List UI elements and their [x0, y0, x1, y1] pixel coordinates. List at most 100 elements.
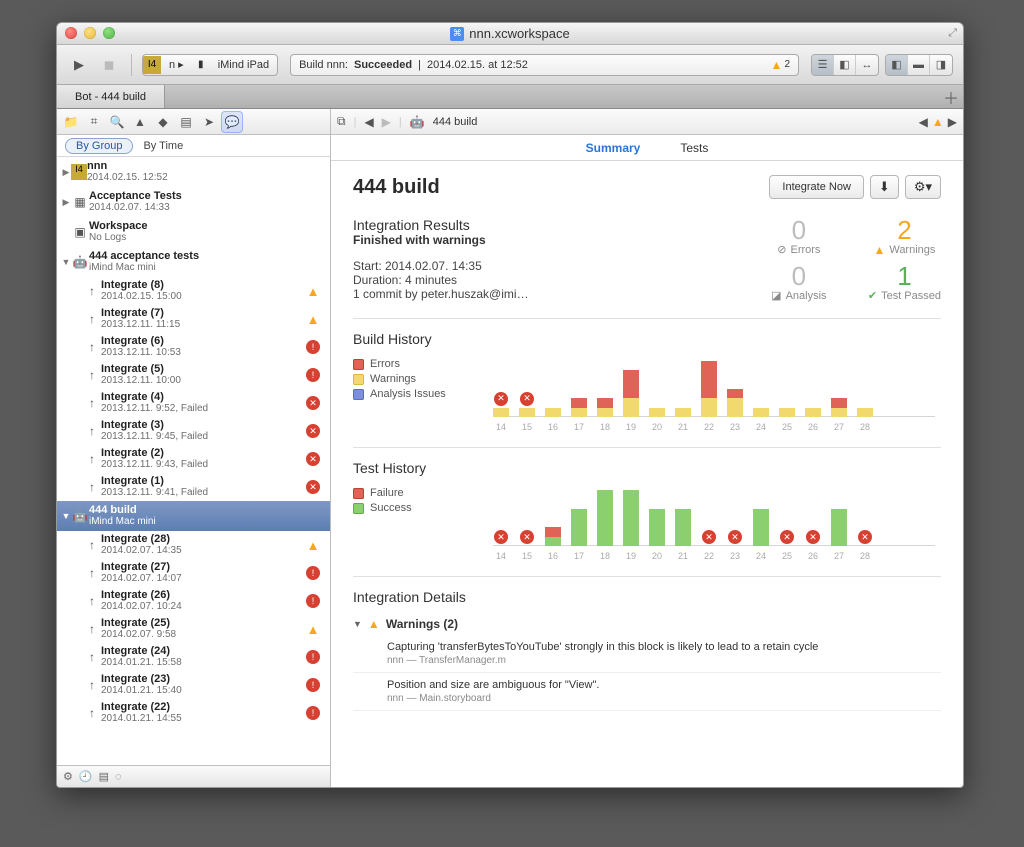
navigator-selector: 📁 ⌗ 🔍 ▲ ◆ ▤ ➤ 💬 [57, 109, 330, 135]
tree-a8[interactable]: ↑Integrate (8)2014.02.15. 15:00▲ [57, 277, 330, 305]
editor-mode-group: ☰ ◧ ↔ ◧ ▬ ◨ [811, 54, 953, 76]
tree-workspace[interactable]: ▣WorkspaceNo Logs [57, 217, 330, 247]
standard-editor-icon[interactable]: ☰ [812, 55, 834, 75]
swatch-errors-icon [353, 359, 364, 370]
tree-a5[interactable]: ↑Integrate (5)2013.12.11. 10:00! [57, 361, 330, 389]
integration-details: ▼ ▲ Warnings (2) Capturing 'transferByte… [353, 613, 941, 711]
download-button[interactable]: ⬇ [870, 175, 899, 199]
errors-icon: ⊘ [777, 243, 786, 256]
breadcrumb[interactable]: 444 build [433, 116, 478, 128]
breakpoint-nav-icon[interactable]: ➤ [201, 114, 217, 130]
tree-acceptance[interactable]: ▶▦Acceptance Tests2014.02.07. 14:33 [57, 187, 330, 217]
results-commits: 1 commit by peter.huszak@imi… [353, 287, 734, 301]
status-fail-icon: ✕ [306, 396, 320, 410]
right-panel-icon[interactable]: ◨ [930, 55, 952, 75]
editor: ⧉ | ◀ ▶ | 🤖 444 build ◀ ▲ ▶ Summary Test… [331, 109, 963, 787]
tree-a3[interactable]: ↑Integrate (3)2013.12.11. 9:45, Failed✕ [57, 417, 330, 445]
tree-b24[interactable]: ↑Integrate (24)2014.01.21. 15:58! [57, 643, 330, 671]
build-legend: Errors Warnings Analysis Issues [353, 355, 473, 431]
body: 📁 ⌗ 🔍 ▲ ◆ ▤ ➤ 💬 By Group By Time ▶I4nnn2… [57, 109, 963, 787]
scheme-app-icon: I4 [143, 56, 161, 74]
tab-tests[interactable]: Tests [680, 141, 708, 155]
version-editor-icon[interactable]: ↔ [856, 55, 878, 75]
scheme-selector[interactable]: I4 n ▸ ▮ iMind iPad [142, 54, 278, 76]
issue-nav-icon[interactable]: ▲ [132, 114, 148, 130]
tree-b22[interactable]: ↑Integrate (22)2014.01.21. 14:55! [57, 699, 330, 727]
tree-b23[interactable]: ↑Integrate (23)2014.01.21. 15:40! [57, 671, 330, 699]
tree-a1[interactable]: ↑Integrate (1)2013.12.11. 9:41, Failed✕ [57, 473, 330, 501]
swatch-success-icon [353, 503, 364, 514]
assistant-editor-icon[interactable]: ◧ [834, 55, 856, 75]
log-nav-icon[interactable]: 💬 [224, 114, 240, 130]
nav-tree[interactable]: ▶I4nnn2014.02.15. 12:52 ▶▦Acceptance Tes… [57, 157, 330, 765]
window-controls [65, 27, 115, 39]
tab-bot[interactable]: Bot - 444 build [57, 85, 165, 108]
left-panel-icon[interactable]: ◧ [886, 55, 908, 75]
app-window: ⌘ nnn.xcworkspace ⤢ ▶ ◼ I4 n ▸ ▮ iMind i… [56, 22, 964, 788]
content[interactable]: 444 build Integrate Now ⬇ ⚙▾ Integration… [331, 161, 963, 787]
tree-nnn[interactable]: ▶I4nnn2014.02.15. 12:52 [57, 157, 330, 187]
warning-icon: ▲ [368, 617, 380, 631]
bot-icon: 🤖 [71, 255, 89, 269]
tab-bar: Bot - 444 build ＋ [57, 85, 963, 109]
metric-errors: 0⊘Errors [764, 217, 834, 257]
tree-b25[interactable]: ↑Integrate (25)2014.02.07. 9:58▲ [57, 615, 330, 643]
fullscreen-icon[interactable]: ⤢ [948, 27, 957, 40]
warning-item-2[interactable]: Position and size are ambiguous for "Vie… [353, 673, 941, 711]
swatch-failure-icon [353, 488, 364, 499]
tab-summary[interactable]: Summary [586, 141, 641, 155]
run-button[interactable]: ▶ [67, 54, 91, 76]
filter-icon[interactable]: ◌ [115, 771, 122, 783]
scheme-app: n ▸ [161, 58, 192, 71]
results-metrics: 0⊘Errors 2▲Warnings 0◪Analysis 1✔Test Pa… [764, 217, 941, 302]
details-title: Integration Details [353, 589, 941, 605]
settings-menu-button[interactable]: ⚙▾ [905, 175, 941, 199]
zoom-icon[interactable] [103, 27, 115, 39]
debug-nav-icon[interactable]: ▤ [178, 114, 194, 130]
project-nav-icon[interactable]: 📁 [63, 114, 79, 130]
activity-warning-badge[interactable]: ▲ 2 [771, 58, 790, 72]
tree-build444[interactable]: ▼🤖444 buildiMind Mac mini [57, 501, 330, 531]
clock-icon[interactable]: 🕘 [79, 770, 93, 783]
tree-a6[interactable]: ↑Integrate (6)2013.12.11. 10:53! [57, 333, 330, 361]
test-nav-icon[interactable]: ◆ [155, 114, 171, 130]
gear-icon[interactable]: ⚙ [63, 770, 73, 783]
prev-issue-icon[interactable]: ◀ [919, 115, 928, 129]
back-icon[interactable]: ◀ [364, 115, 373, 129]
close-icon[interactable] [65, 27, 77, 39]
warning-item-1[interactable]: Capturing 'transferBytesToYouTube' stron… [353, 635, 941, 673]
tree-a4[interactable]: ↑Integrate (4)2013.12.11. 9:52, Failed✕ [57, 389, 330, 417]
forward-icon[interactable]: ▶ [382, 115, 391, 129]
warning-icon: ▲ [771, 58, 783, 72]
scope-icon[interactable]: ▤ [99, 770, 109, 783]
nav-filters: By Group By Time [57, 135, 330, 157]
integration-results: Integration Results Finished with warnin… [353, 217, 941, 302]
add-tab-button[interactable]: ＋ [939, 85, 963, 108]
integrate-now-button[interactable]: Integrate Now [769, 175, 863, 199]
editor-mode-seg[interactable]: ☰ ◧ ↔ [811, 54, 879, 76]
symbol-nav-icon[interactable]: ⌗ [86, 114, 102, 130]
filter-by-time[interactable]: By Time [133, 139, 193, 153]
page-header: 444 build Integrate Now ⬇ ⚙▾ [353, 175, 941, 199]
bottom-panel-icon[interactable]: ▬ [908, 55, 930, 75]
test-legend: Failure Success [353, 484, 473, 560]
tree-b28[interactable]: ↑Integrate (28)2014.02.07. 14:35▲ [57, 531, 330, 559]
editor-subtabs: Summary Tests [331, 135, 963, 161]
filter-by-group[interactable]: By Group [65, 138, 133, 154]
tree-b27[interactable]: ↑Integrate (27)2014.02.07. 14:07! [57, 559, 330, 587]
activity-time: 2014.02.15. at 12:52 [427, 59, 528, 71]
tree-a2[interactable]: ↑Integrate (2)2013.12.11. 9:43, Failed✕ [57, 445, 330, 473]
workspace-icon: ▣ [71, 225, 89, 239]
tree-acc444[interactable]: ▼🤖444 acceptance testsiMind Mac mini [57, 247, 330, 277]
search-nav-icon[interactable]: 🔍 [109, 114, 125, 130]
panel-toggle-seg[interactable]: ◧ ▬ ◨ [885, 54, 953, 76]
metric-warnings: 2▲Warnings [868, 217, 941, 257]
stop-button[interactable]: ◼ [97, 54, 121, 76]
tree-a7[interactable]: ↑Integrate (7)2013.12.11. 11:15▲ [57, 305, 330, 333]
next-issue-icon[interactable]: ▶ [948, 115, 957, 129]
details-warnings-header[interactable]: ▼ ▲ Warnings (2) [353, 613, 941, 635]
tree-b26[interactable]: ↑Integrate (26)2014.02.07. 10:24! [57, 587, 330, 615]
minimize-icon[interactable] [84, 27, 96, 39]
related-items-icon[interactable]: ⧉ [337, 114, 346, 129]
metric-passed: 1✔Test Passed [868, 263, 941, 302]
